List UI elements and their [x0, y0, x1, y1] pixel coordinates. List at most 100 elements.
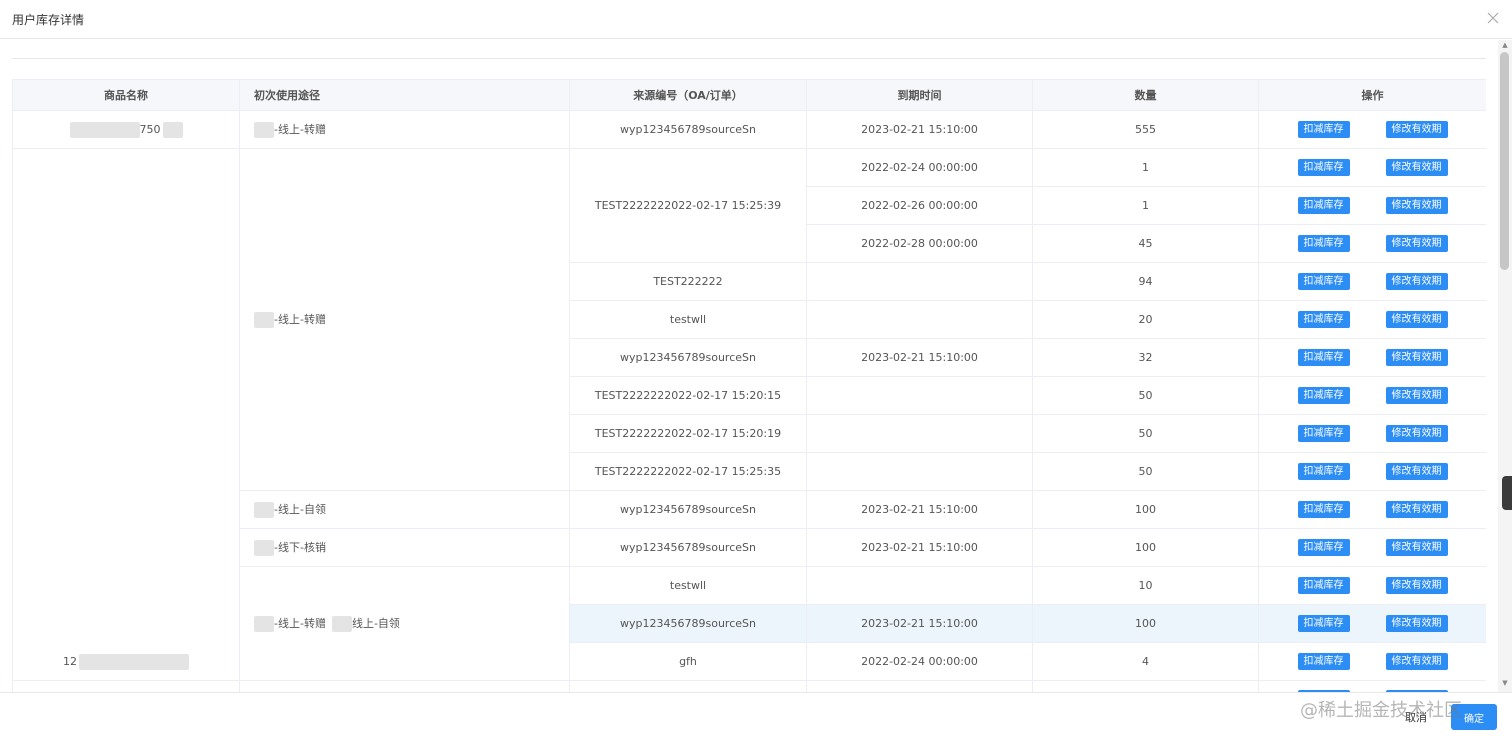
channel-cell: -线下-核销	[239, 528, 570, 567]
header-actions: 操作	[1258, 79, 1486, 111]
close-icon[interactable]	[1484, 9, 1502, 27]
source-cell: gfh	[569, 642, 807, 681]
deduct-stock-button[interactable]: 扣减库存	[1297, 539, 1350, 556]
channel-cell: -线上-转赠 线上-自领	[239, 566, 570, 681]
header-source-no: 来源编号（OA/订单）	[569, 79, 807, 111]
deduct-stock-button[interactable]: 扣减库存	[1297, 577, 1350, 594]
deduct-stock-button[interactable]: 扣减库存	[1297, 159, 1350, 176]
channel-cell	[239, 680, 570, 692]
modify-expiry-button[interactable]: 修改有效期	[1385, 349, 1448, 366]
modify-expiry-button[interactable]: 修改有效期	[1385, 501, 1448, 518]
expiry-cell	[806, 300, 1033, 339]
quantity-cell: 32	[1032, 338, 1259, 377]
deduct-stock-button[interactable]: 扣减库存	[1297, 311, 1350, 328]
product-name-cell: 12	[12, 148, 240, 681]
expiry-cell: 2022-02-24 00:00:00	[806, 148, 1033, 187]
blurred-text	[162, 121, 183, 138]
actions-cell: 扣减库存 修改有效期	[1258, 376, 1486, 415]
channel-cell: -线上-自领	[239, 490, 570, 529]
deduct-stock-button[interactable]: 扣减库存	[1297, 273, 1350, 290]
expiry-cell: 2023-02-21 15:10:00	[806, 604, 1033, 643]
expiry-cell	[806, 566, 1033, 605]
source-cell: wyp123456789sourceSn	[569, 110, 807, 149]
actions-cell: 扣减库存 修改有效期	[1258, 186, 1486, 225]
modify-expiry-button[interactable]: 修改有效期	[1385, 121, 1448, 138]
source-cell: TEST222222	[569, 262, 807, 301]
quantity-cell: 4	[1032, 642, 1259, 681]
blurred-text	[69, 121, 140, 138]
quantity-cell: 1	[1032, 148, 1259, 187]
actions-cell: 扣减库存 修改有效期	[1258, 642, 1486, 681]
deduct-stock-button[interactable]: 扣减库存	[1297, 463, 1350, 480]
expiry-cell	[806, 452, 1033, 491]
modify-expiry-button[interactable]: 修改有效期	[1385, 615, 1448, 632]
source-cell: wyp123456789sourceSn	[569, 490, 807, 529]
source-cell: TEST2222222022-02-17 15:20:15	[569, 376, 807, 415]
deduct-stock-button[interactable]: 扣减库存	[1297, 387, 1350, 404]
inventory-table-container[interactable]: 商品名称 初次使用途径 来源编号（OA/订单） 到期时间 数量 操作 750 -…	[12, 79, 1486, 692]
blurred-text	[254, 312, 274, 328]
deduct-stock-button[interactable]: 扣减库存	[1297, 197, 1350, 214]
quantity-cell: 50	[1032, 376, 1259, 415]
quantity-cell: 50	[1032, 414, 1259, 453]
deduct-stock-button[interactable]: 扣减库存	[1297, 425, 1350, 442]
header-expiry: 到期时间	[806, 79, 1033, 111]
watermark: @稀土掘金技术社区	[1300, 700, 1462, 721]
blurred-text	[254, 122, 274, 138]
modify-expiry-button[interactable]: 修改有效期	[1385, 425, 1448, 442]
side-panel-handle[interactable]	[1502, 476, 1512, 510]
deduct-stock-button[interactable]: 扣减库存	[1297, 615, 1350, 632]
quantity-cell: 100	[1032, 490, 1259, 529]
expiry-cell: 2023-02-21 15:10:00	[806, 490, 1033, 529]
blurred-text	[254, 540, 274, 556]
expiry-cell: 2023-02-21 15:10:00	[806, 110, 1033, 149]
source-cell: wyp123456789sourceSn	[569, 604, 807, 643]
modify-expiry-button[interactable]: 修改有效期	[1385, 159, 1448, 176]
quantity-cell: 10	[1032, 566, 1259, 605]
source-cell: TEST2222222022-02-17 15:20:19	[569, 414, 807, 453]
modify-expiry-button[interactable]: 修改有效期	[1385, 463, 1448, 480]
blurred-text	[79, 654, 189, 670]
source-cell: testwll	[569, 300, 807, 339]
modify-expiry-button[interactable]: 修改有效期	[1385, 387, 1448, 404]
expiry-cell: 2023-02-21 15:10:00	[806, 338, 1033, 377]
modify-expiry-button[interactable]: 修改有效期	[1385, 577, 1448, 594]
modify-expiry-button[interactable]: 修改有效期	[1385, 539, 1448, 556]
source-cell: TEST2222222022-02-17 15:25:39	[569, 148, 807, 263]
actions-cell: 扣减库存 修改有效期	[1258, 452, 1486, 491]
blurred-text	[331, 616, 352, 632]
header-channel: 初次使用途径	[239, 79, 570, 111]
source-cell: testwll	[569, 566, 807, 605]
actions-cell: 扣减库存 修改有效期	[1258, 300, 1486, 339]
modify-expiry-button[interactable]: 修改有效期	[1385, 311, 1448, 328]
top-divider	[12, 58, 1486, 59]
actions-cell: 扣减库存 修改有效期	[1258, 414, 1486, 453]
modify-expiry-button[interactable]: 修改有效期	[1385, 235, 1448, 252]
dialog-title: 用户库存详情	[12, 13, 85, 27]
scroll-up-arrow-icon[interactable]: ▲	[1500, 40, 1510, 50]
actions-cell: 扣减库存 修改有效期	[1258, 528, 1486, 567]
quantity-cell: 94	[1032, 262, 1259, 301]
deduct-stock-button[interactable]: 扣减库存	[1297, 121, 1350, 138]
deduct-stock-button[interactable]: 扣减库存	[1297, 653, 1350, 670]
expiry-cell: 2022-02-28 00:00:00	[806, 224, 1033, 263]
deduct-stock-button[interactable]: 扣减库存	[1297, 235, 1350, 252]
quantity-cell: 555	[1032, 110, 1259, 149]
product-name-cell: 750	[12, 110, 240, 149]
header-product-name: 商品名称	[12, 79, 240, 111]
table-row: 扣减库存修改有效期	[12, 680, 1486, 692]
actions-cell: 扣减库存 修改有效期	[1258, 338, 1486, 377]
table-header-row: 商品名称 初次使用途径 来源编号（OA/订单） 到期时间 数量 操作	[12, 79, 1486, 111]
modify-expiry-button[interactable]: 修改有效期	[1385, 653, 1448, 670]
deduct-stock-button[interactable]: 扣减库存	[1297, 349, 1350, 366]
deduct-stock-button[interactable]: 扣减库存	[1297, 501, 1350, 518]
modify-expiry-button[interactable]: 修改有效期	[1385, 197, 1448, 214]
product-name-cell	[12, 680, 240, 692]
dialog-footer: 取消 确定	[0, 692, 1512, 738]
scroll-down-arrow-icon[interactable]: ▼	[1500, 678, 1510, 688]
expiry-cell	[806, 680, 1033, 692]
modify-expiry-button[interactable]: 修改有效期	[1385, 273, 1448, 290]
scrollbar-thumb[interactable]	[1500, 52, 1509, 270]
source-cell: TEST2222222022-02-17 15:25:35	[569, 452, 807, 491]
expiry-cell: 2023-02-21 15:10:00	[806, 528, 1033, 567]
